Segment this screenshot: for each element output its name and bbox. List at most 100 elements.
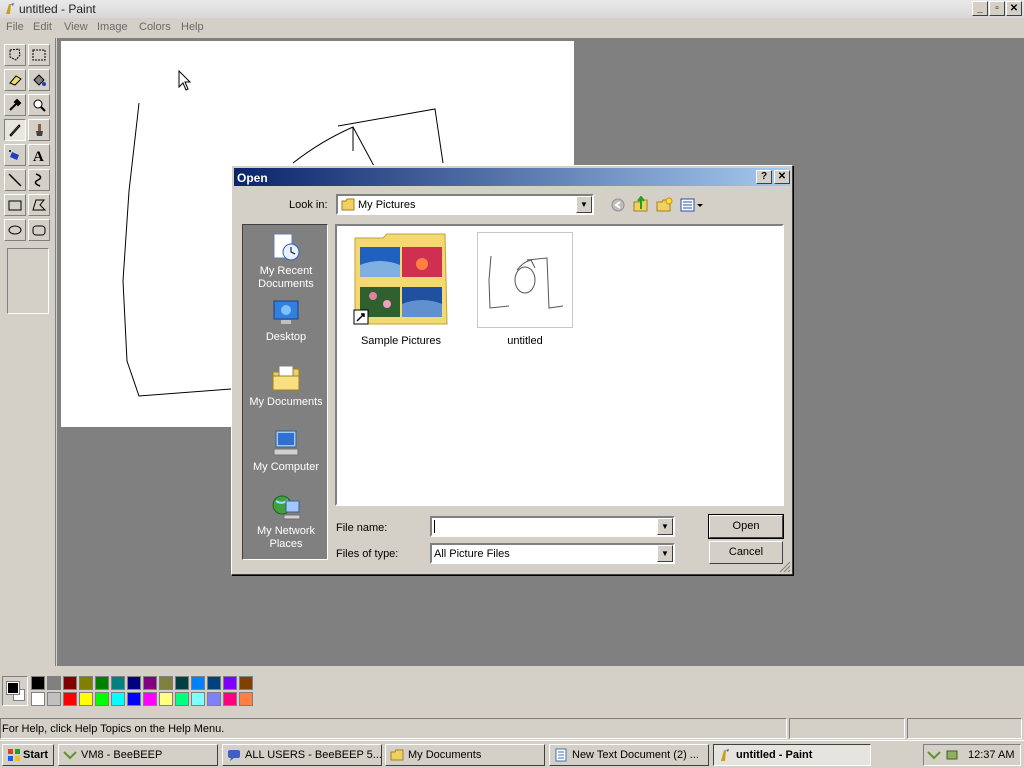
palette-swatch[interactable] xyxy=(47,692,61,706)
status-help-text: For Help, click Help Topics on the Help … xyxy=(2,723,225,735)
place-desktop[interactable]: Desktop xyxy=(243,297,329,344)
tool-options-box[interactable] xyxy=(7,248,49,314)
palette-swatch[interactable] xyxy=(223,692,237,706)
brush-tool[interactable] xyxy=(28,119,50,141)
taskbar-item-text-document[interactable]: New Text Document (2) ... xyxy=(549,744,709,766)
dropdown-arrow-icon[interactable]: ▼ xyxy=(657,545,673,562)
close-button[interactable]: ✕ xyxy=(1006,1,1022,16)
palette-swatch[interactable] xyxy=(95,676,109,690)
palette-swatch[interactable] xyxy=(31,676,45,690)
magnifier-tool[interactable] xyxy=(28,94,50,116)
taskbar-item-my-documents[interactable]: My Documents xyxy=(385,744,545,766)
palette-swatch[interactable] xyxy=(127,676,141,690)
rounded-rectangle-icon xyxy=(32,225,46,236)
window-titlebar[interactable]: untitled - Paint _ ▫ ✕ xyxy=(0,0,1024,18)
palette-swatch[interactable] xyxy=(95,692,109,706)
palette-swatch[interactable] xyxy=(143,676,157,690)
fill-tool[interactable] xyxy=(28,69,50,91)
restore-button[interactable]: ▫ xyxy=(989,1,1005,16)
rectangle-tool[interactable] xyxy=(4,194,26,216)
palette-swatch[interactable] xyxy=(63,676,77,690)
taskbar-item-label: New Text Document (2) ... xyxy=(572,749,699,761)
taskbar-item-vm8[interactable]: VM8 - BeeBEEP xyxy=(58,744,218,766)
palette-swatch[interactable] xyxy=(47,676,61,690)
palette-swatch[interactable] xyxy=(79,676,93,690)
rounded-rect-tool[interactable] xyxy=(28,219,50,241)
up-folder-icon[interactable] xyxy=(632,196,649,213)
line-tool[interactable] xyxy=(4,169,26,191)
menu-edit[interactable]: Edit xyxy=(33,21,52,33)
open-button[interactable]: Open xyxy=(708,514,784,539)
palette-swatch[interactable] xyxy=(191,692,205,706)
new-folder-icon[interactable] xyxy=(656,197,673,213)
ellipse-tool[interactable] xyxy=(4,219,26,241)
palette-swatch[interactable] xyxy=(111,676,125,690)
free-form-select-tool[interactable] xyxy=(4,44,26,66)
chat-icon xyxy=(228,750,240,761)
color-picker-tool[interactable] xyxy=(4,94,26,116)
place-my-documents[interactable]: My Documents xyxy=(243,362,329,409)
place-my-computer[interactable]: My Computer xyxy=(243,427,329,474)
file-item-sample-pictures[interactable]: Sample Pictures xyxy=(353,232,449,347)
palette-swatch[interactable] xyxy=(207,692,221,706)
beebeep-tray-icon[interactable] xyxy=(927,748,941,762)
palette-swatch[interactable] xyxy=(223,676,237,690)
palette-swatch[interactable] xyxy=(127,692,141,706)
file-item-untitled[interactable]: untitled xyxy=(477,232,573,347)
image-thumbnail xyxy=(477,232,573,328)
palette-swatch[interactable] xyxy=(63,692,77,706)
palette-swatch[interactable] xyxy=(239,676,253,690)
dialog-title: Open xyxy=(237,171,268,185)
text-tool[interactable]: A xyxy=(28,144,50,166)
back-icon[interactable] xyxy=(610,197,626,213)
file-name-input[interactable]: ▼ xyxy=(430,516,675,537)
palette-swatch[interactable] xyxy=(175,676,189,690)
curve-icon xyxy=(34,173,42,187)
curve-tool[interactable] xyxy=(28,169,50,191)
file-type-dropdown[interactable]: All Picture Files ▼ xyxy=(430,543,675,564)
menu-view[interactable]: View xyxy=(64,21,88,33)
current-colors[interactable] xyxy=(2,676,28,706)
eraser-tool[interactable] xyxy=(4,69,26,91)
palette-swatch[interactable] xyxy=(143,692,157,706)
menu-help[interactable]: Help xyxy=(181,21,204,33)
cancel-button[interactable]: Cancel xyxy=(709,541,783,564)
dropdown-arrow-icon[interactable]: ▼ xyxy=(657,518,673,535)
menu-file[interactable]: File xyxy=(6,21,24,33)
menu-image[interactable]: Image xyxy=(97,21,128,33)
palette-swatch[interactable] xyxy=(175,692,189,706)
palette-swatch[interactable] xyxy=(31,692,45,706)
place-label: Desktop xyxy=(265,331,307,343)
place-recent-documents[interactable]: My Recent Documents xyxy=(243,231,329,291)
rect-select-tool[interactable] xyxy=(28,44,50,66)
palette-swatch[interactable] xyxy=(111,692,125,706)
dialog-titlebar[interactable]: Open ? ✕ xyxy=(234,168,790,186)
palette-swatch[interactable] xyxy=(191,676,205,690)
palette-swatch[interactable] xyxy=(239,692,253,706)
taskbar-item-beebeep[interactable]: ALL USERS - BeeBEEP 5.... xyxy=(222,744,382,766)
taskbar-item-paint[interactable]: untitled - Paint xyxy=(713,744,871,766)
polygon-icon xyxy=(32,199,47,211)
clock[interactable]: 12:37 AM xyxy=(968,749,1014,761)
palette-swatch[interactable] xyxy=(207,676,221,690)
dialog-close-button[interactable]: ✕ xyxy=(774,170,790,184)
menu-colors[interactable]: Colors xyxy=(139,21,171,33)
view-menu-icon[interactable] xyxy=(680,197,704,213)
network-tray-icon[interactable] xyxy=(945,748,959,762)
palette-swatch[interactable] xyxy=(79,692,93,706)
palette-swatch[interactable] xyxy=(159,692,173,706)
palette-swatch[interactable] xyxy=(159,676,173,690)
start-label: Start xyxy=(23,749,49,761)
polygon-tool[interactable] xyxy=(28,194,50,216)
help-button[interactable]: ? xyxy=(756,170,772,184)
rect-select-icon xyxy=(32,49,46,61)
pencil-tool[interactable] xyxy=(4,119,26,141)
minimize-button[interactable]: _ xyxy=(972,1,988,16)
look-in-dropdown[interactable]: My Pictures ▼ xyxy=(336,194,594,215)
dropdown-arrow-icon[interactable]: ▼ xyxy=(576,196,592,213)
place-my-network[interactable]: My Network Places xyxy=(243,491,329,551)
start-button[interactable]: Start xyxy=(2,744,54,766)
resize-grip-icon[interactable] xyxy=(779,561,791,573)
airbrush-tool[interactable] xyxy=(4,144,26,166)
file-list[interactable]: Sample Pictures untitled xyxy=(335,224,784,506)
